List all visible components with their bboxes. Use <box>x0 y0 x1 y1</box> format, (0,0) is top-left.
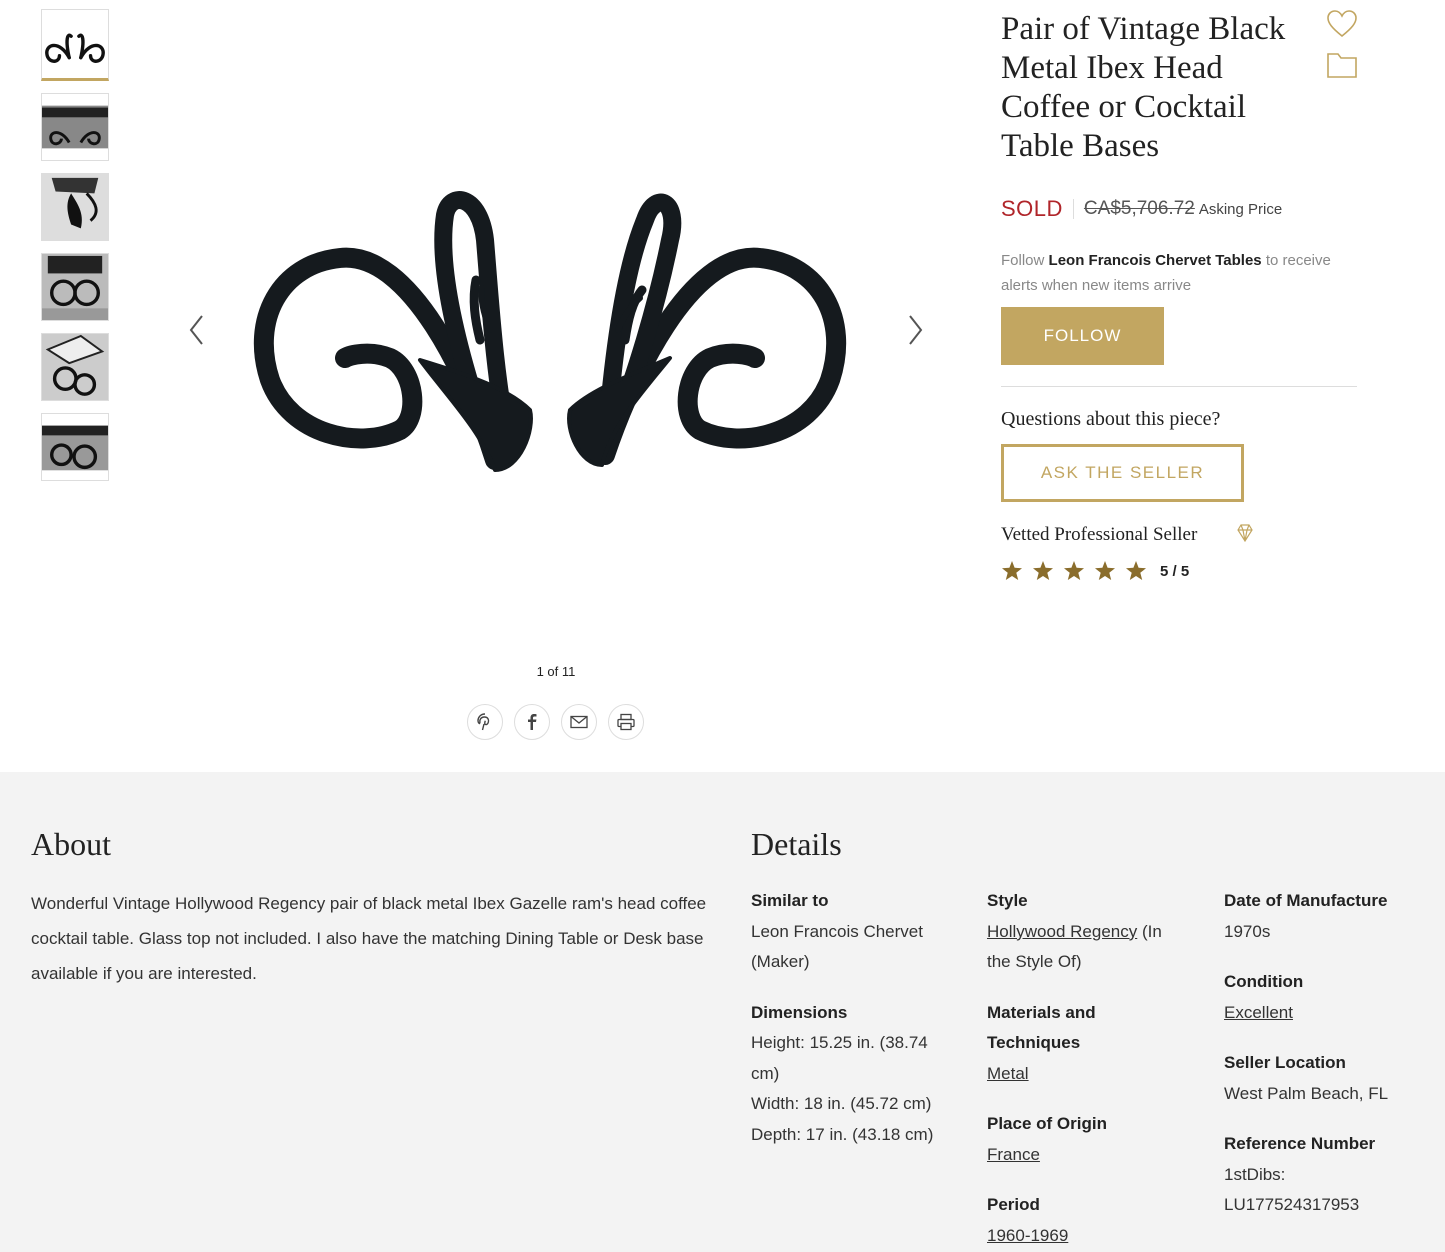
print-icon[interactable] <box>608 704 644 740</box>
reference-label: Reference Number <box>1224 1134 1376 1153</box>
period-label: Period <box>987 1195 1040 1214</box>
star-icon <box>1095 561 1115 580</box>
style-value: Hollywood Regency (In the Style Of) <box>987 917 1187 978</box>
thumbnail-2[interactable] <box>41 93 109 161</box>
pinterest-icon[interactable] <box>467 704 503 740</box>
condition-label: Condition <box>1224 972 1304 991</box>
rating-text: 5 / 5 <box>1160 562 1190 580</box>
divider <box>1001 386 1357 387</box>
follow-seller-name: Leon Francois Chervet Tables <box>1048 252 1262 269</box>
thumbnail-list <box>41 9 111 493</box>
heart-icon[interactable] <box>1326 8 1358 40</box>
price-separator <box>1072 199 1074 219</box>
details-column-3: Date of Manufacture 1970s Condition Exce… <box>1224 886 1424 1221</box>
date-label: Date of Manufacture <box>1224 891 1388 910</box>
style-link[interactable]: Hollywood Regency <box>987 922 1137 941</box>
similar-label: Similar to <box>751 891 829 910</box>
thumbnail-1[interactable] <box>41 9 109 81</box>
facebook-icon[interactable] <box>514 704 550 740</box>
location-value: West Palm Beach, FL <box>1224 1083 1389 1103</box>
details-column-2: Style Hollywood Regency (In the Style Of… <box>987 886 1187 1251</box>
vetted-seller-label: Vetted Professional Seller <box>1001 524 1198 545</box>
dimension-width: Width: 18 in. (45.72 cm) <box>751 1094 932 1113</box>
date-value: 1970s <box>1224 921 1271 941</box>
follow-message: Follow Leon Francois Chervet Tables to r… <box>1001 248 1357 298</box>
thumbnail-5[interactable] <box>41 333 109 401</box>
rating-stars <box>1001 560 1156 582</box>
dimension-depth: Depth: 17 in. (43.18 cm) <box>751 1124 934 1144</box>
style-label: Style <box>987 891 1028 910</box>
thumbnail-4[interactable] <box>41 253 109 321</box>
details-heading: Details <box>751 826 842 862</box>
materials-label: Materials and Techniques <box>987 1002 1096 1053</box>
star-icon <box>1126 561 1146 580</box>
origin-label: Place of Origin <box>987 1114 1107 1133</box>
ask-seller-button[interactable]: ASK THE SELLER <box>1001 444 1244 502</box>
about-text: Wonderful Vintage Hollywood Regency pair… <box>31 894 707 983</box>
location-label: Seller Location <box>1224 1053 1346 1072</box>
price: CA$5,706.72 <box>1083 198 1195 219</box>
dimension-height: Height: 15.25 in. (38.74 cm) <box>751 1033 928 1083</box>
sold-badge: SOLD <box>1001 196 1063 221</box>
thumbnail-6[interactable] <box>41 413 109 481</box>
about-heading: About <box>31 826 111 862</box>
star-icon <box>1002 561 1022 580</box>
period-link[interactable]: 1960-1969 <box>987 1226 1068 1245</box>
condition-link[interactable]: Excellent <box>1224 1003 1293 1022</box>
star-icon <box>1064 561 1084 580</box>
follow-prefix: Follow <box>1001 252 1045 269</box>
seller-rating: 5 / 5 <box>1001 560 1189 582</box>
chevron-right-icon[interactable] <box>900 312 930 348</box>
product-image[interactable] <box>240 180 860 480</box>
thumbnail-3[interactable] <box>41 173 109 241</box>
price-note: Asking Price <box>1198 200 1283 218</box>
star-icon <box>1033 561 1053 580</box>
materials-link[interactable]: Metal <box>987 1064 1029 1083</box>
follow-button[interactable]: FOLLOW <box>1001 307 1164 365</box>
dimensions-label: Dimensions <box>751 1002 848 1022</box>
similar-value: Leon Francois Chervet (Maker) <box>751 921 923 972</box>
product-title: Pair of Vintage Black Metal Ibex Head Co… <box>1001 11 1286 164</box>
reference-value: 1stDibs: LU177524317953 <box>1224 1164 1360 1215</box>
chevron-left-icon[interactable] <box>182 312 212 348</box>
details-column-1: Similar to Leon Francois Chervet (Maker)… <box>751 886 951 1150</box>
diamond-icon[interactable] <box>1234 522 1256 544</box>
image-counter: 1 of 11 <box>536 664 576 679</box>
origin-link[interactable]: France <box>987 1145 1040 1164</box>
price-row: SOLD CA$5,706.72 Asking Price <box>1001 196 1282 222</box>
folder-icon[interactable] <box>1326 50 1358 80</box>
questions-heading: Questions about this piece? <box>1001 408 1221 430</box>
email-icon[interactable] <box>561 704 597 740</box>
